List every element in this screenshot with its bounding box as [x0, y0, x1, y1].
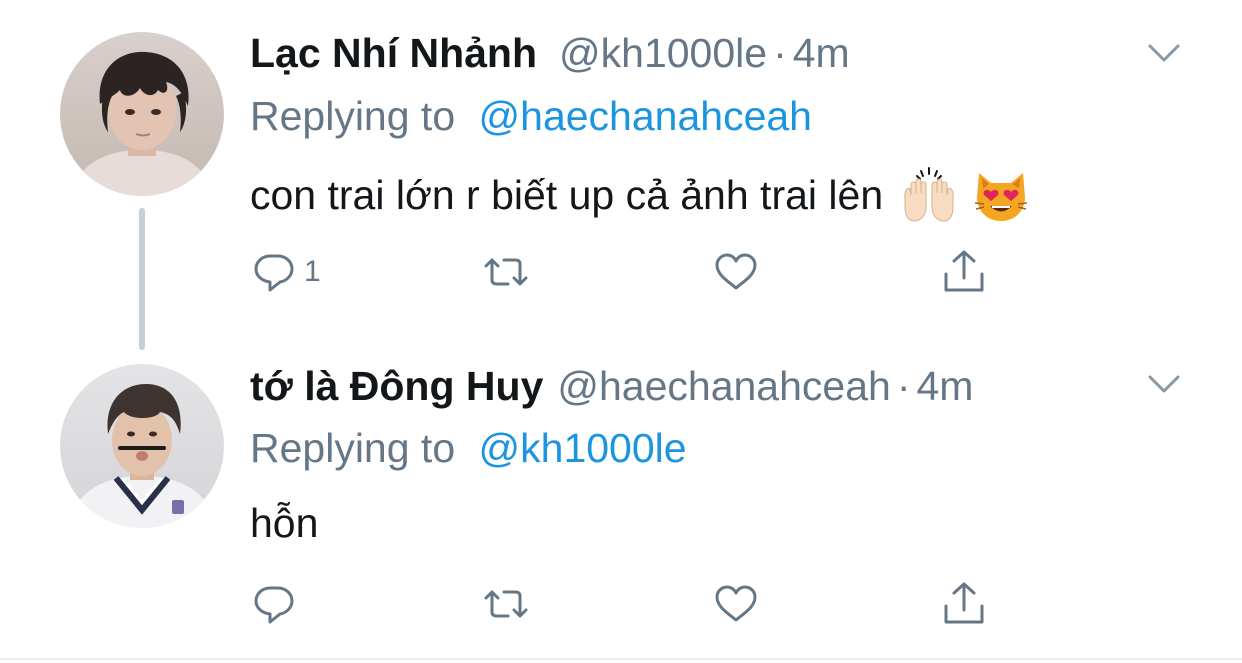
- heart-icon: [715, 585, 757, 622]
- raising-hands-emoji: [899, 165, 959, 225]
- share-icon: [944, 582, 984, 624]
- retweet-icon: [484, 590, 528, 618]
- reply-icon: [254, 586, 294, 624]
- tweet[interactable]: Lạc Nhí Nhảnh @kh1000le · 4m Replying to…: [0, 0, 1242, 350]
- retweet-button[interactable]: [482, 574, 536, 634]
- avatar-photo: [60, 364, 224, 528]
- avatar[interactable]: [60, 32, 224, 196]
- reply-count: 1: [304, 255, 321, 288]
- tweet-actions: [0, 574, 1242, 634]
- share-button[interactable]: [940, 242, 988, 302]
- tweet-actions: 1: [0, 242, 1242, 302]
- reply-button[interactable]: 1: [250, 242, 321, 302]
- replying-to: Replying to @haechanahceah: [250, 90, 812, 142]
- share-button[interactable]: [940, 574, 988, 634]
- replying-to-prefix: Replying to: [250, 425, 456, 471]
- tweet-text: hỗn: [250, 497, 318, 549]
- tweet-header: tớ là Đông Huy @haechanahceah · 4m: [250, 360, 973, 412]
- tweet-body: con trai lớn r biết up cả ảnh trai lên: [250, 172, 884, 218]
- reply-icon: [254, 254, 294, 292]
- tweet-body: hỗn: [250, 500, 319, 546]
- avatar-photo: [60, 32, 224, 196]
- like-button[interactable]: [712, 242, 766, 302]
- retweet-icon: [484, 258, 528, 286]
- separator-dot: ·: [896, 363, 911, 409]
- user-handle[interactable]: @kh1000le: [559, 27, 767, 79]
- like-button[interactable]: [712, 574, 766, 634]
- replying-to-mention[interactable]: @kh1000le: [479, 425, 687, 471]
- share-icon: [944, 250, 984, 292]
- tweet-text: con trai lớn r biết up cả ảnh trai lên: [250, 165, 1031, 225]
- tweet[interactable]: tớ là Đông Huy @haechanahceah · 4m Reply…: [0, 340, 1242, 658]
- heart-eyes-cat-emoji: [971, 165, 1031, 225]
- separator-dot: ·: [773, 30, 787, 76]
- replying-to-prefix: Replying to: [250, 93, 456, 139]
- chevron-down-icon[interactable]: [1144, 33, 1184, 73]
- display-name[interactable]: Lạc Nhí Nhảnh: [250, 27, 537, 79]
- tweet-header: Lạc Nhí Nhảnh @kh1000le · 4m: [250, 27, 850, 79]
- replying-to-mention[interactable]: @haechanahceah: [479, 93, 812, 139]
- replying-to: Replying to @kh1000le: [250, 422, 687, 474]
- timestamp[interactable]: 4m: [916, 360, 973, 412]
- heart-icon: [715, 253, 757, 290]
- retweet-button[interactable]: [482, 242, 536, 302]
- reply-button[interactable]: [250, 574, 304, 634]
- divider: [0, 658, 1242, 660]
- chevron-down-icon[interactable]: [1144, 364, 1184, 404]
- timestamp[interactable]: 4m: [793, 27, 850, 79]
- display-name[interactable]: tớ là Đông Huy: [250, 360, 543, 412]
- avatar[interactable]: [60, 364, 224, 528]
- user-handle[interactable]: @haechanahceah: [557, 360, 890, 412]
